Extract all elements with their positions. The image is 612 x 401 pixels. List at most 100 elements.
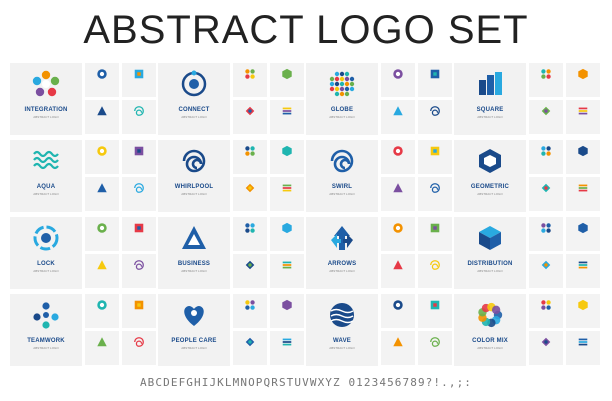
abstract-logo-icon — [97, 183, 107, 193]
abstract-logo-icon — [97, 146, 107, 156]
abstract-logo-icon — [541, 337, 551, 347]
logo-thumbnail — [233, 140, 267, 174]
abstract-logo-icon — [97, 337, 107, 347]
logo-thumbnail — [566, 140, 600, 174]
logo-thumbnail — [566, 100, 600, 134]
logo-subtitle: ABSTRACT LOGO — [33, 192, 59, 196]
logo-subtitle: ABSTRACT LOGO — [329, 269, 355, 273]
logo-thumbnail — [122, 254, 156, 288]
abstract-logo-icon — [578, 68, 588, 80]
abstract-logo-icon — [430, 223, 440, 233]
logo-thumbnail — [529, 140, 563, 174]
font-alphabet: ABCDEFGHIJKLMNOPQRSTUVWXYZ 0123456789?!.… — [139, 376, 473, 389]
abstract-logo-icon — [430, 300, 440, 310]
cube-icon — [479, 226, 501, 250]
featured-logo-tile: CONNECT ABSTRACT LOGO — [158, 63, 230, 135]
abstract-logo-icon — [282, 338, 292, 346]
abstract-logo-icon — [430, 337, 440, 347]
logo-thumbnail — [418, 63, 452, 97]
logo-thumbnail — [270, 177, 304, 211]
abstract-logo-icon — [393, 146, 403, 156]
featured-logo-tile: DISTRIBUTION ABSTRACT LOGO — [454, 217, 526, 289]
logo-thumbnail — [529, 294, 563, 328]
logo-thumbnail — [418, 100, 452, 134]
color-mix-icon — [478, 302, 503, 328]
featured-logo-tile: BUSINESS ABSTRACT LOGO — [158, 217, 230, 289]
logo-thumbnail — [85, 63, 119, 97]
abstract-logo-icon — [541, 183, 551, 193]
abstract-logo-icon — [393, 260, 403, 270]
logo-thumbnail — [233, 63, 267, 97]
logo-thumbnail — [381, 217, 415, 251]
abstract-logo-icon — [134, 300, 144, 310]
abstract-logo-icon — [430, 260, 440, 270]
integration-icon — [32, 70, 60, 97]
logo-thumbnail — [566, 331, 600, 365]
hexagon-icon — [479, 149, 501, 173]
logo-thumbnail — [122, 63, 156, 97]
logo-thumbnail — [122, 177, 156, 211]
swirl-icon — [330, 149, 354, 173]
featured-logo-tile: SQUARE ABSTRACT LOGO — [454, 63, 526, 135]
logo-thumbnail — [418, 331, 452, 365]
abstract-logo-icon — [245, 183, 255, 193]
logo-thumbnail — [270, 140, 304, 174]
abstract-logo-icon — [245, 106, 255, 116]
logo-subtitle: ABSTRACT LOGO — [329, 346, 355, 350]
logo-thumbnail — [233, 254, 267, 288]
logo-name: ARROWS — [327, 261, 357, 267]
logo-subtitle: ABSTRACT LOGO — [181, 269, 207, 273]
logo-name: CONNECT — [178, 107, 210, 113]
connect-icon — [181, 70, 207, 97]
abstract-logo-icon — [134, 69, 144, 79]
abstract-logo-icon — [97, 106, 107, 116]
abstract-logo-icon — [393, 106, 403, 116]
logo-subtitle: ABSTRACT LOGO — [181, 115, 207, 119]
abstract-logo-icon — [245, 223, 255, 233]
logo-thumbnail — [566, 63, 600, 97]
logo-subtitle: ABSTRACT LOGO — [33, 269, 59, 273]
logo-thumbnail — [529, 254, 563, 288]
abstract-logo-icon — [282, 261, 292, 269]
teamwork-icon — [33, 302, 59, 329]
abstract-logo-icon — [393, 300, 403, 310]
logo-name: TEAMWORK — [27, 338, 65, 344]
logo-thumbnail — [233, 177, 267, 211]
featured-logo-tile: COLOR MIX ABSTRACT LOGO — [454, 294, 526, 366]
abstract-logo-icon — [245, 300, 255, 310]
logo-thumbnail — [85, 217, 119, 251]
logo-thumbnail — [381, 140, 415, 174]
whirlpool-icon — [182, 149, 206, 173]
logo-thumbnail — [270, 331, 304, 365]
abstract-logo-icon — [578, 299, 588, 311]
abstract-logo-icon — [97, 69, 107, 79]
logo-thumbnail — [85, 140, 119, 174]
wave-sphere-icon — [330, 303, 354, 327]
logo-thumbnail — [270, 100, 304, 134]
logo-thumbnail — [233, 100, 267, 134]
abstract-logo-icon — [245, 260, 255, 270]
logo-name: WHIRLPOOL — [174, 184, 214, 190]
logo-thumbnail — [270, 217, 304, 251]
logo-thumbnail — [529, 331, 563, 365]
logo-thumbnail — [529, 63, 563, 97]
abstract-logo-icon — [134, 337, 144, 347]
abstract-logo-icon — [541, 106, 551, 116]
logo-thumbnail — [270, 294, 304, 328]
logo-thumbnail — [233, 331, 267, 365]
logo-thumbnail — [529, 177, 563, 211]
abstract-logo-icon — [430, 183, 440, 193]
logo-thumbnail — [85, 177, 119, 211]
logo-thumbnail — [122, 100, 156, 134]
abstract-logo-icon — [393, 223, 403, 233]
abstract-logo-icon — [282, 299, 292, 311]
abstract-logo-icon — [97, 260, 107, 270]
aqua-waves-icon — [33, 150, 59, 170]
logo-thumbnail — [270, 63, 304, 97]
logo-thumbnail — [122, 331, 156, 365]
arrows-icon — [331, 226, 353, 250]
abstract-logo-icon — [134, 183, 144, 193]
abstract-logo-icon — [97, 300, 107, 310]
logo-thumbnail — [566, 294, 600, 328]
abstract-logo-icon — [134, 106, 144, 116]
